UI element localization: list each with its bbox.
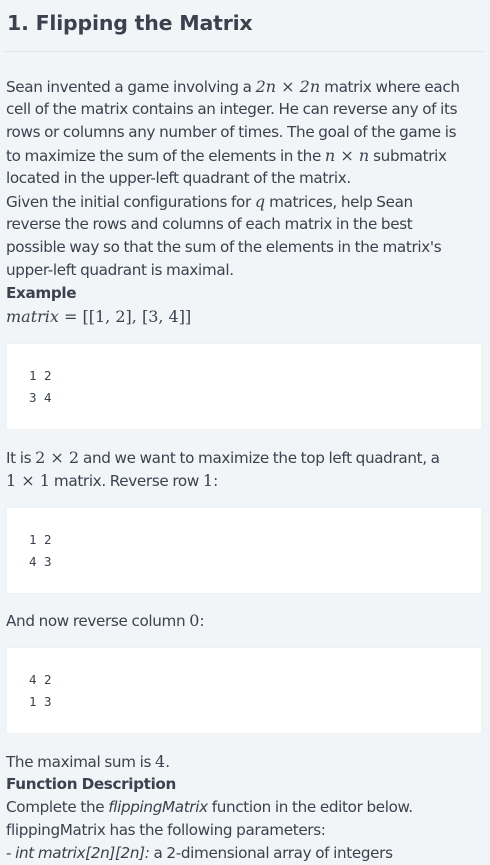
- math-row-index: 1: [202, 471, 214, 490]
- parameters-intro: flippingMatrix has the following paramet…: [6, 821, 326, 839]
- math-n: n: [324, 146, 336, 165]
- step-reverse-row: It is 2 × 2 and we want to maximize the …: [6, 446, 488, 492]
- problem-statement: Sean invented a game involving a 2n × 2n…: [6, 75, 488, 328]
- math-2x2: 2 × 2: [35, 448, 80, 467]
- code-line: 4 3: [29, 554, 52, 569]
- statement-line: located in the upper-left quadrant of th…: [6, 169, 351, 187]
- statement-line: Given the initial configurations for q m…: [6, 192, 413, 211]
- step-line: 1 × 1 matrix. Reverse row 1:: [6, 471, 218, 490]
- statement-line: rows or columns any number of times. The…: [6, 123, 457, 141]
- step-line: And now reverse column 0:: [6, 611, 205, 630]
- code-line: 1 2: [29, 368, 52, 383]
- math-2n: 2n: [299, 77, 321, 96]
- title-divider: [5, 51, 483, 52]
- statement-line: upper-left quadrant is maximal.: [6, 261, 234, 279]
- function-description-section: The maximal sum is 4. Function Descripti…: [6, 750, 488, 865]
- math-1x1: 1 × 1: [6, 471, 50, 490]
- math-max-sum: 4: [155, 752, 166, 771]
- math-q: q: [254, 192, 266, 211]
- code-block-after-row-reverse: 1 2 4 3: [6, 507, 482, 594]
- math-2n: 2n: [255, 77, 277, 96]
- result-line: The maximal sum is 4.: [6, 752, 170, 771]
- page-title: 1. Flipping the Matrix: [7, 11, 253, 35]
- function-name: flippingMatrix: [108, 798, 208, 816]
- function-description-line: Complete the flippingMatrix function in …: [6, 798, 413, 816]
- math-column-index: 0: [189, 611, 200, 630]
- statement-line: possible way so that the sum of the elem…: [6, 238, 442, 256]
- code-line: 3 4: [29, 390, 52, 405]
- example-formula: matrix = [[1, 2], [3, 4]]: [6, 307, 192, 326]
- statement-line: cell of the matrix contains an integer. …: [6, 100, 458, 118]
- math-n: n: [358, 146, 370, 165]
- code-block-original-matrix: 1 2 3 4: [6, 343, 482, 430]
- example-heading: Example: [6, 284, 77, 302]
- function-description-heading: Function Description: [6, 775, 176, 793]
- code-line: 1 2: [29, 532, 52, 547]
- parameter-name: int matrix[2n][2n]:: [15, 844, 150, 862]
- code-line: 1 3: [29, 694, 52, 709]
- statement-line: Sean invented a game involving a 2n × 2n…: [6, 77, 460, 96]
- statement-line: to maximize the sum of the elements in t…: [6, 146, 447, 165]
- code-block-after-column-reverse: 4 2 1 3: [6, 647, 482, 734]
- step-reverse-column: And now reverse column 0:: [6, 609, 488, 632]
- statement-line: reverse the rows and columns of each mat…: [6, 215, 413, 233]
- step-line: It is 2 × 2 and we want to maximize the …: [6, 448, 440, 467]
- code-line: 4 2: [29, 672, 52, 687]
